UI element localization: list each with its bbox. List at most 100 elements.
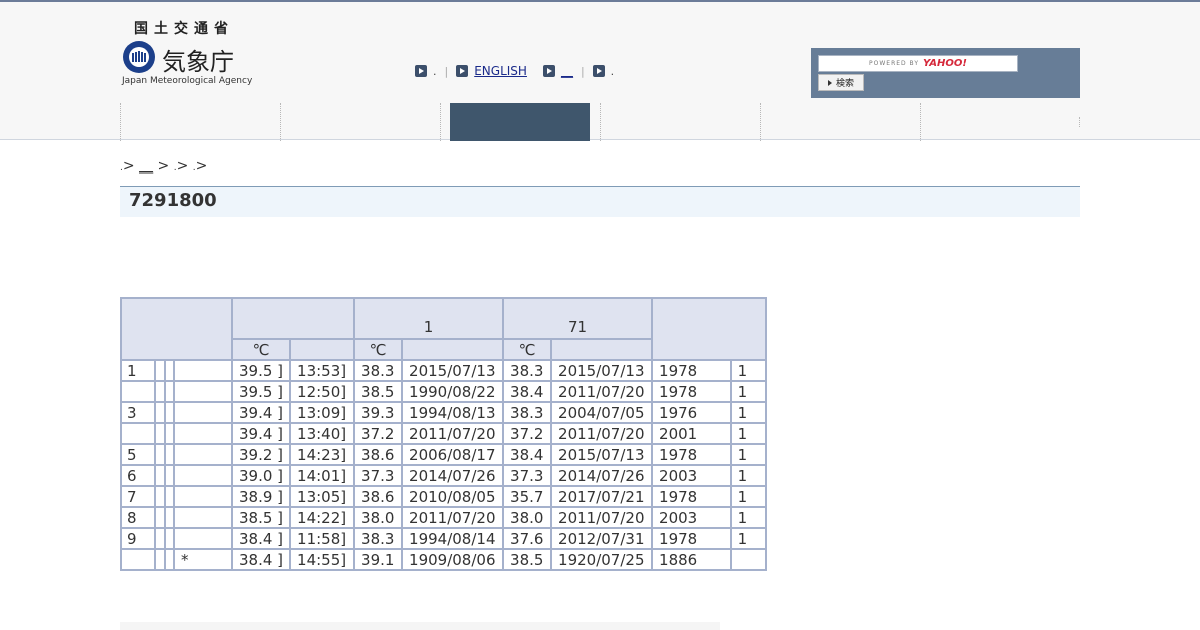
utility-links: . | ENGLISH __ | .: [415, 63, 614, 79]
table-cell: 1: [729, 527, 768, 550]
table-cell: 1978: [651, 527, 732, 550]
table-cell: 38.5 ]: [230, 506, 292, 529]
site-search: POWERED BY YAHOO! 検索: [811, 48, 1080, 98]
table-cell: 1: [729, 464, 768, 487]
table-cell: 1920/07/25: [550, 548, 654, 571]
table-cell: 1: [729, 506, 768, 529]
table-cell: 13:09]: [289, 401, 356, 424]
breadcrumb-link[interactable]: __: [139, 158, 153, 174]
table-cell: 38.5: [502, 548, 553, 571]
table-cell: [173, 422, 233, 445]
util-item-english[interactable]: ENGLISH: [456, 64, 527, 78]
table-cell: 39.4 ]: [230, 422, 292, 445]
english-link[interactable]: ENGLISH: [474, 64, 527, 78]
table-row: * 38.4 ] 14:55] 39.1 1909/08/06 38.5 1920/07/2…: [119, 548, 768, 571]
table-cell: [173, 443, 233, 466]
util-link-3[interactable]: __: [561, 64, 573, 78]
util-item-4[interactable]: .: [592, 65, 614, 78]
table-row: 39.4 ] 13:40] 37.2 2011/07/20 37.2 2011/07/20…: [119, 422, 768, 445]
table-cell: 2011/07/20: [550, 380, 654, 403]
table-cell: 1976: [651, 401, 732, 424]
gnav-divider: [440, 103, 450, 141]
table-cell: [173, 401, 233, 424]
table-cell: 38.3: [353, 359, 404, 382]
table-cell: [153, 548, 166, 571]
search-powered-by: POWERED BY: [869, 60, 920, 67]
table-cell: [153, 422, 166, 445]
yahoo-logo: YAHOO!: [923, 58, 967, 69]
gnav-end-divider: [1079, 117, 1080, 127]
gnav-item-2[interactable]: [280, 103, 440, 141]
ranking-table: 1 71 ℃ ℃ ℃ 1 39.5 ] 13:53] 38.3 2015/07/13 38…: [119, 297, 768, 571]
page-title-bar: 7291800: [120, 186, 1080, 217]
gnav-item-5[interactable]: [760, 103, 920, 141]
table-cell: [163, 464, 175, 487]
table-cell: [153, 506, 166, 529]
table-row: 8 38.5 ] 14:22] 38.0 2011/07/20 38.0 2011/07/2…: [119, 506, 768, 529]
table-cell: 12:50]: [289, 380, 356, 403]
table-cell: [173, 506, 233, 529]
gnav-item-6[interactable]: [920, 103, 1079, 141]
table-cell: 38.4 ]: [230, 527, 292, 550]
gnav-item-3-active[interactable]: [450, 103, 590, 141]
search-input[interactable]: POWERED BY YAHOO!: [818, 55, 1018, 72]
table-header-row: 1 71: [120, 297, 768, 361]
table-cell: 2003: [651, 506, 732, 529]
table-cell: 2011/07/20: [401, 422, 505, 445]
table-cell: [153, 359, 166, 382]
util-item-1[interactable]: .: [415, 65, 437, 78]
table-cell: 37.6: [502, 527, 553, 550]
table-cell: 1978: [651, 485, 732, 508]
gnav-item-1[interactable]: [120, 103, 280, 141]
search-button-label: 検索: [835, 79, 854, 89]
util-item-3[interactable]: __: [542, 64, 573, 78]
jma-logo[interactable]: 国土交通省 気象庁 Japan Meteorological Agency: [122, 18, 252, 90]
play-square-icon: [456, 65, 469, 77]
table-row: 3 39.4 ] 13:09] 39.3 1994/08/13 38.3 2004/07/0…: [119, 401, 768, 424]
table-cell: 2011/07/20: [550, 422, 654, 445]
header-group-1: [230, 297, 356, 340]
header-date: [401, 338, 505, 361]
table-cell: [163, 443, 175, 466]
util-separator: |: [580, 64, 585, 78]
table-cell: 38.4 ]: [230, 548, 292, 571]
table-cell: 2004/07/05: [550, 401, 654, 424]
header-group-2: 1: [353, 297, 505, 340]
table-cell: [153, 464, 166, 487]
table-cell: 1: [119, 359, 157, 382]
table-cell: 9: [119, 527, 157, 550]
table-cell: [119, 380, 157, 403]
table-cell: 13:53]: [289, 359, 356, 382]
table-cell: 38.4: [502, 380, 553, 403]
footer-divider: [120, 622, 720, 630]
table-cell: 6: [119, 464, 157, 487]
table-cell: 39.2 ]: [230, 443, 292, 466]
table-cell: 2003: [651, 464, 732, 487]
table-cell: 38.4: [502, 443, 553, 466]
gnav-item-4[interactable]: [600, 103, 760, 141]
table-cell: 38.3: [502, 359, 553, 382]
agency-english-name: Japan Meteorological Agency: [122, 76, 253, 86]
table-cell: 37.3: [353, 464, 404, 487]
table-cell: [173, 380, 233, 403]
util-separator: |: [444, 64, 449, 78]
table-cell: 38.5: [353, 380, 404, 403]
table-cell: 39.3: [353, 401, 404, 424]
table-cell: [153, 485, 166, 508]
search-button[interactable]: 検索: [818, 74, 864, 91]
table-cell: 35.7: [502, 485, 553, 508]
table-cell: 39.4 ]: [230, 401, 292, 424]
table-cell: [163, 548, 175, 571]
table-cell: [163, 506, 175, 529]
header-time: [289, 338, 356, 361]
table-cell: 2014/07/26: [550, 464, 654, 487]
table-cell: [153, 443, 166, 466]
table-cell: 38.3: [502, 401, 553, 424]
table-cell: 38.9 ]: [230, 485, 292, 508]
table-cell: 1978: [651, 443, 732, 466]
table-cell: 39.5 ]: [230, 359, 292, 382]
header-unit: ℃: [502, 338, 553, 361]
table-cell: 1978: [651, 359, 732, 382]
jma-emblem-icon: [123, 41, 155, 73]
table-cell: 1: [729, 401, 768, 424]
